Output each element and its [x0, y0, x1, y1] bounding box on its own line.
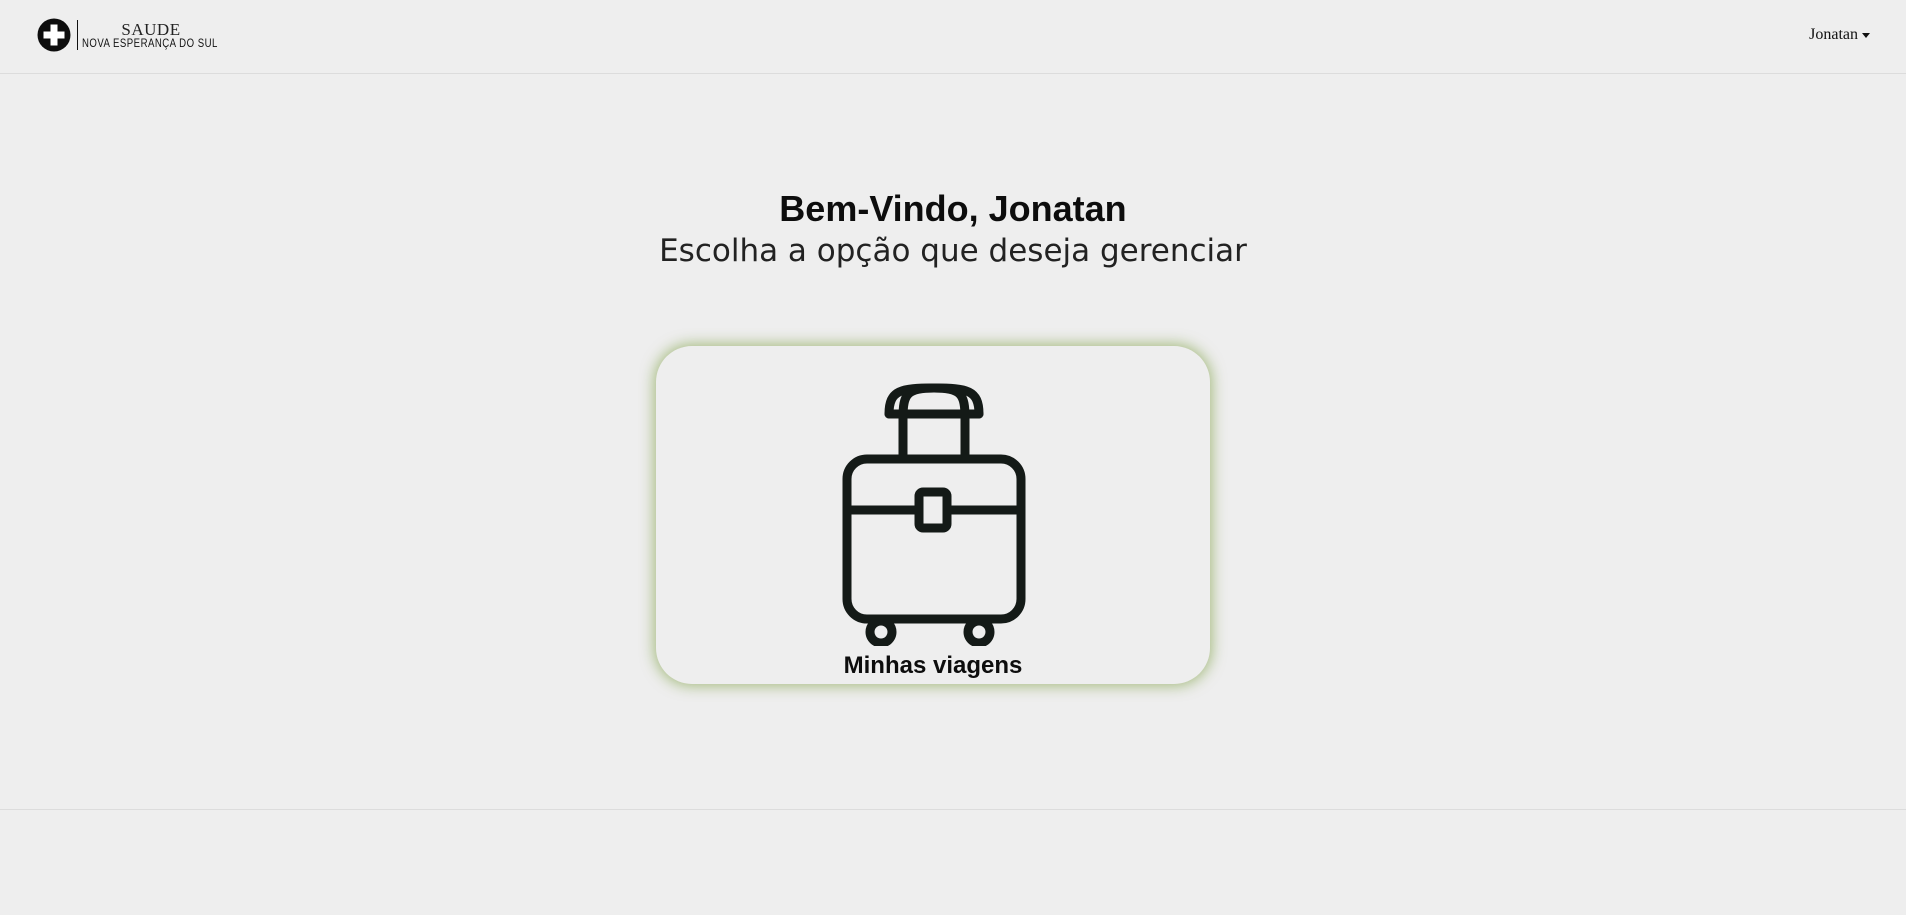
- footer-divider: [0, 809, 1906, 810]
- caret-down-icon: [1862, 33, 1870, 38]
- card-minhas-viagens[interactable]: Minhas viagens: [656, 346, 1210, 684]
- top-navbar: SAUDE NOVA ESPERANÇA DO SUL Jonatan: [0, 0, 1906, 74]
- brand-wordmark: SAUDE NOVA ESPERANÇA DO SUL: [82, 21, 220, 49]
- brand-logo[interactable]: SAUDE NOVA ESPERANÇA DO SUL: [37, 15, 220, 55]
- medical-cross-icon: [37, 18, 71, 52]
- welcome-heading: Bem-Vindo, Jonatan: [779, 188, 1127, 229]
- brand-divider: [77, 20, 78, 50]
- brand-bottom-text: NOVA ESPERANÇA DO SUL: [82, 36, 218, 50]
- page-subtitle: Escolha a opção que deseja gerenciar: [659, 233, 1247, 269]
- card-label: Minhas viagens: [843, 652, 1023, 679]
- suitcase-icon: [842, 383, 1026, 646]
- user-name: Jonatan: [1809, 26, 1858, 43]
- user-dropdown-toggle[interactable]: Jonatan: [1809, 26, 1870, 44]
